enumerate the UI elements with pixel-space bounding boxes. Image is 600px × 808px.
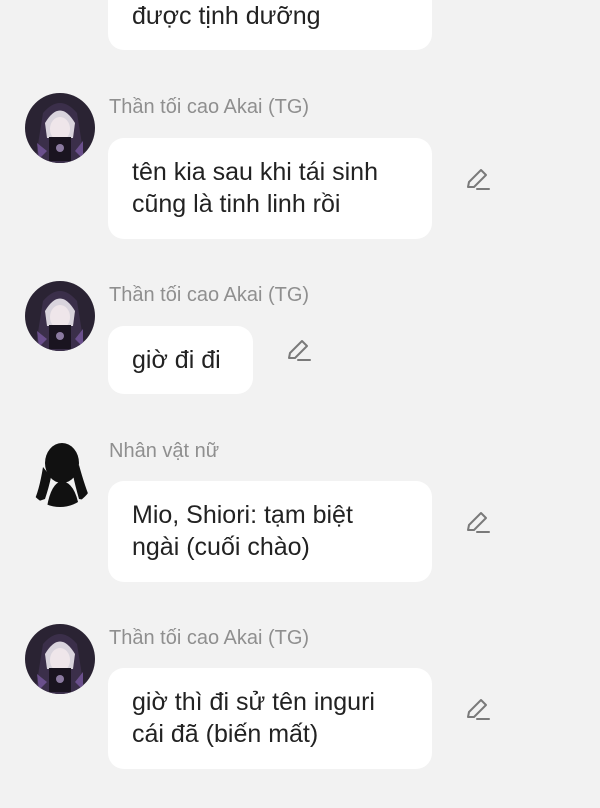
message-text-line: giờ thì đi sử tên inguri xyxy=(132,688,375,716)
pencil-edit-icon[interactable] xyxy=(462,695,492,725)
sender-avatar[interactable] xyxy=(25,437,95,507)
pencil-edit-icon[interactable] xyxy=(462,508,492,538)
sender-avatar[interactable] xyxy=(25,93,95,163)
message-text-line: Mio, Shiori: tạm biệt xyxy=(132,501,353,529)
message-text-line: cũng là tinh linh rồi xyxy=(132,190,341,218)
character-avatar-image xyxy=(25,93,95,163)
message-text-line: tên kia sau khi tái sinh xyxy=(132,158,378,186)
message-bubble: giờ thì đi sử tên inguri cái đã (biến mấ… xyxy=(108,668,432,769)
character-avatar-image xyxy=(25,281,95,351)
sender-name: Thần tối cao Akai (TG) xyxy=(109,627,310,649)
sender-name: Thần tối cao Akai (TG) xyxy=(109,96,310,118)
message-bubble: Mio, Shiori: tạm biệt ngài (cuối chào) xyxy=(108,481,432,582)
sender-avatar[interactable] xyxy=(25,281,95,351)
sender-name: Nhân vật nữ xyxy=(109,440,220,462)
message-text-line: được tịnh dưỡng xyxy=(132,2,321,30)
pencil-edit-icon[interactable] xyxy=(462,165,492,195)
silhouette-avatar-image xyxy=(25,437,95,507)
message-bubble: được tịnh dưỡng xyxy=(108,0,432,50)
message-text-line: giờ đi đi xyxy=(132,346,221,374)
character-avatar-image xyxy=(25,624,95,694)
sender-avatar[interactable] xyxy=(25,624,95,694)
message-bubble: giờ đi đi xyxy=(108,326,253,394)
message-bubble: tên kia sau khi tái sinh cũng là tinh li… xyxy=(108,138,432,239)
message-text-line: ngài (cuối chào) xyxy=(132,533,310,561)
sender-name: Thần tối cao Akai (TG) xyxy=(109,284,310,306)
message-text-line: cái đã (biến mất) xyxy=(132,720,319,748)
pencil-edit-icon[interactable] xyxy=(283,336,313,366)
